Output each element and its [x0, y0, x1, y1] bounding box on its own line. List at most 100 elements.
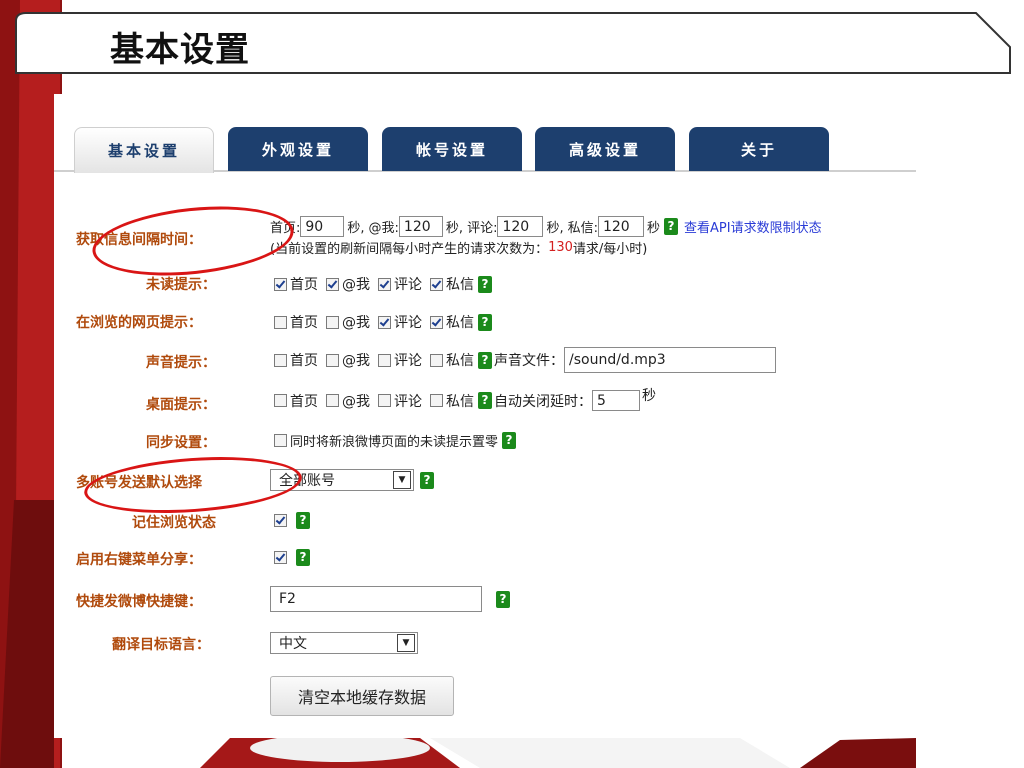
- language-controls: 中文 ▼: [270, 632, 418, 654]
- tab-appearance-settings[interactable]: 外观设置: [228, 127, 368, 171]
- help-icon[interactable]: ?: [478, 392, 492, 409]
- sync-label: 同步设置：: [146, 435, 216, 451]
- browse-comment-checkbox[interactable]: [378, 315, 391, 329]
- chevron-down-icon[interactable]: ▼: [397, 634, 415, 652]
- help-icon[interactable]: ?: [478, 275, 492, 293]
- unread-home-label: 首页: [290, 277, 318, 293]
- sound-label: 声音提示：: [146, 355, 216, 371]
- interval-dm-label: 私信:: [567, 221, 598, 236]
- interval-note-suffix: 请求/每小时): [572, 242, 648, 257]
- sound-home-label: 首页: [290, 353, 318, 369]
- help-icon[interactable]: ?: [420, 471, 434, 489]
- help-icon[interactable]: ?: [296, 549, 310, 566]
- sound-comment-checkbox[interactable]: [378, 353, 391, 367]
- sync-checkbox[interactable]: [274, 434, 287, 447]
- interval-dm-input[interactable]: 120: [597, 216, 644, 237]
- sound-mention-checkbox[interactable]: [326, 353, 339, 367]
- remember-controls: ?: [270, 512, 310, 529]
- unread-controls: 首页 @我 评论 私信 ?: [270, 274, 492, 294]
- help-icon[interactable]: ?: [502, 432, 517, 449]
- browse-label: 在浏览的网页提示：: [76, 315, 202, 331]
- interval-note: (当前设置的刷新间隔每小时产生的请求次数为： 130 请求/每小时): [270, 238, 647, 257]
- desktop-mention-checkbox[interactable]: [326, 394, 339, 407]
- desktop-dm-label: 私信: [446, 393, 474, 410]
- help-icon[interactable]: ?: [664, 218, 678, 235]
- interval-sec-label: 秒,: [347, 221, 365, 236]
- interval-sec-label: 秒: [646, 221, 660, 236]
- sound-dm-checkbox[interactable]: [430, 353, 443, 367]
- language-selected: 中文: [279, 636, 307, 652]
- browse-controls: 首页 @我 评论 私信 ?: [270, 312, 492, 332]
- browse-comment-label: 评论: [394, 315, 422, 331]
- desktop-comment-checkbox[interactable]: [378, 394, 391, 407]
- sound-dm-label: 私信: [446, 353, 474, 369]
- desktop-delay-unit: 秒: [642, 387, 656, 404]
- tab-basic-settings[interactable]: 基本设置: [74, 127, 214, 173]
- sound-home-checkbox[interactable]: [274, 353, 287, 367]
- desktop-delay-label: 自动关闭延时：: [494, 393, 592, 410]
- language-label: 翻译目标语言：: [112, 637, 210, 653]
- context-menu-label: 启用右键菜单分享：: [76, 552, 202, 568]
- unread-home-checkbox[interactable]: [274, 277, 287, 291]
- settings-panel: 基本设置 外观设置 帐号设置 高级设置 关于 获取信息间隔时间： 首页: 90 …: [54, 94, 916, 738]
- desktop-delay-input[interactable]: 5: [592, 390, 640, 411]
- unread-mention-checkbox[interactable]: [326, 277, 339, 291]
- interval-sec-label: 秒,: [445, 221, 464, 236]
- remember-checkbox[interactable]: [274, 514, 287, 527]
- tab-bar: 基本设置 外观设置 帐号设置 高级设置 关于: [54, 127, 916, 173]
- clear-cache-button[interactable]: 清空本地缓存数据: [270, 676, 454, 716]
- unread-dm-checkbox[interactable]: [430, 277, 443, 291]
- sync-option-label: 同时将新浪微博页面的未读提示置零: [290, 435, 499, 450]
- desktop-controls: 首页 @我 评论 私信 ? 自动关闭延时： 5 秒: [270, 388, 656, 411]
- desktop-label: 桌面提示：: [146, 397, 216, 413]
- sound-file-input[interactable]: /sound/d.mp3: [564, 347, 776, 373]
- browse-home-checkbox[interactable]: [274, 315, 287, 329]
- interval-home-input[interactable]: 90: [300, 216, 345, 237]
- shortcut-label: 快捷发微博快捷键：: [76, 594, 202, 610]
- unread-comment-label: 评论: [394, 277, 422, 293]
- desktop-comment-label: 评论: [394, 393, 422, 410]
- desktop-dm-checkbox[interactable]: [430, 394, 443, 407]
- interval-mention-input[interactable]: 120: [398, 216, 443, 237]
- tab-account-settings[interactable]: 帐号设置: [382, 127, 522, 171]
- tab-about[interactable]: 关于: [689, 127, 829, 171]
- unread-label: 未读提示：: [146, 277, 216, 293]
- sound-comment-label: 评论: [394, 353, 422, 369]
- unread-dm-label: 私信: [446, 277, 474, 293]
- browse-dm-label: 私信: [446, 315, 474, 331]
- sound-controls: 首页 @我 评论 私信 ? 声音文件： /sound/d.mp3: [270, 347, 776, 373]
- context-menu-controls: ?: [270, 549, 310, 566]
- api-limit-link[interactable]: 查看API请求数限制状态: [684, 217, 822, 236]
- browse-mention-label: @我: [342, 315, 370, 331]
- browse-dm-checkbox[interactable]: [430, 315, 443, 329]
- help-icon[interactable]: ?: [496, 590, 510, 608]
- interval-mention-label: @我:: [368, 221, 399, 236]
- interval-sec-label: 秒,: [546, 221, 564, 236]
- interval-controls: 首页: 90 秒, @我: 120 秒, 评论: 120 秒, 私信: 120 …: [270, 216, 822, 237]
- browse-home-label: 首页: [290, 315, 318, 331]
- shortcut-input[interactable]: F2: [270, 586, 482, 612]
- sound-mention-label: @我: [342, 353, 370, 369]
- desktop-mention-label: @我: [342, 393, 370, 410]
- context-menu-checkbox[interactable]: [274, 551, 287, 564]
- shortcut-controls: F2 ?: [270, 586, 510, 612]
- remember-label: 记住浏览状态: [132, 515, 216, 531]
- help-icon[interactable]: ?: [478, 313, 492, 331]
- desktop-home-label: 首页: [290, 393, 318, 410]
- unread-mention-label: @我: [342, 277, 370, 293]
- unread-comment-checkbox[interactable]: [378, 277, 391, 291]
- interval-comment-label: 评论:: [467, 221, 498, 236]
- language-select[interactable]: 中文 ▼: [270, 632, 418, 654]
- browse-mention-checkbox[interactable]: [326, 315, 339, 329]
- sync-controls: 同时将新浪微博页面的未读提示置零 ?: [270, 431, 517, 450]
- interval-comment-input[interactable]: 120: [497, 216, 544, 237]
- slide-title: 基本设置: [110, 30, 250, 70]
- tab-advanced-settings[interactable]: 高级设置: [535, 127, 675, 171]
- desktop-home-checkbox[interactable]: [274, 394, 287, 407]
- chevron-down-icon[interactable]: ▼: [393, 471, 411, 489]
- interval-note-prefix: (当前设置的刷新间隔每小时产生的请求次数为：: [270, 242, 549, 257]
- interval-note-count: 130: [548, 240, 573, 255]
- help-icon[interactable]: ?: [478, 351, 492, 369]
- help-icon[interactable]: ?: [296, 512, 310, 529]
- sound-file-label: 声音文件：: [494, 353, 564, 369]
